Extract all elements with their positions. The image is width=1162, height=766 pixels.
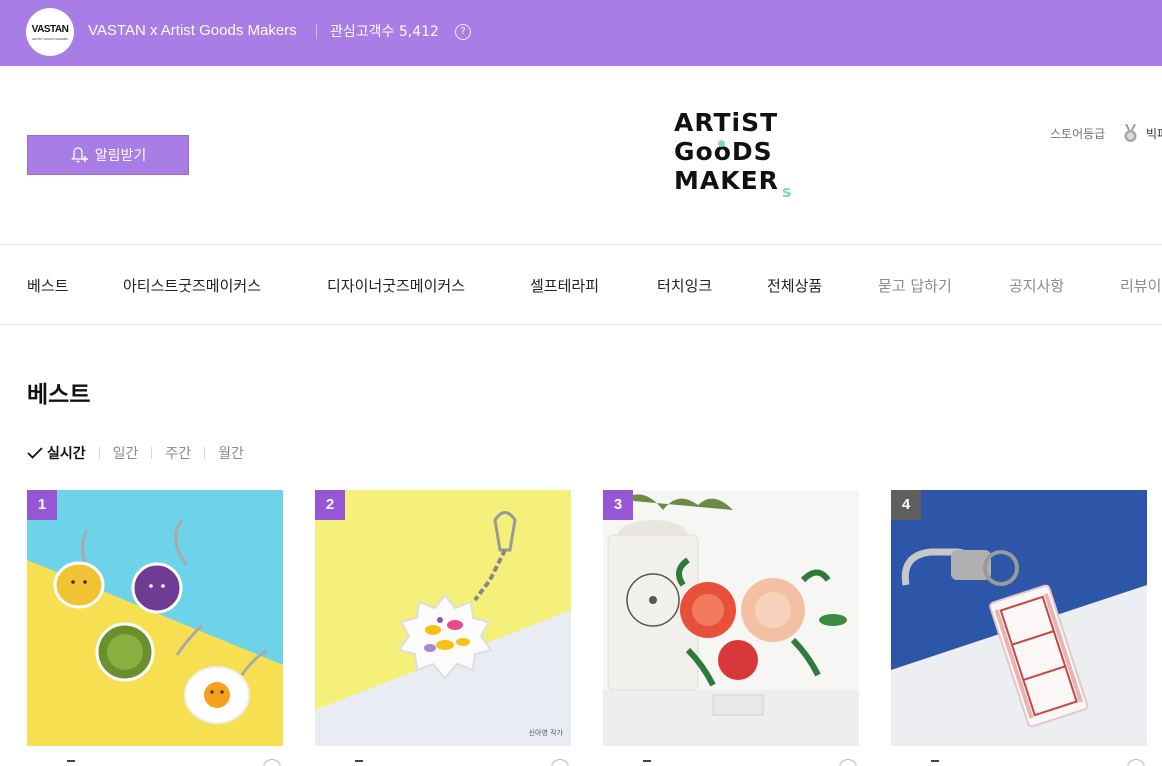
divider [316, 24, 317, 39]
heart-icon[interactable] [839, 759, 857, 766]
product-image [315, 490, 571, 746]
product-info-cutoff [891, 757, 1147, 766]
nav-qna[interactable]: 묻고 답하기 [878, 275, 952, 296]
brand-logo-suffix: s [782, 182, 792, 201]
filter-weekly[interactable]: 주간 [165, 443, 191, 463]
rank-badge: 2 [315, 490, 345, 520]
store-logo[interactable]: VASTAN ARTIST GOODS MAKERS [26, 8, 74, 56]
nav-designer-goods-makers[interactable]: 디자이너굿즈메이커스 [327, 275, 465, 296]
filter-realtime[interactable]: 실시간 [27, 443, 86, 463]
nav-best[interactable]: 베스트 [27, 275, 68, 296]
heart-icon[interactable] [1127, 759, 1145, 766]
section-title: 베스트 [27, 382, 91, 408]
heart-icon[interactable] [263, 759, 281, 766]
divider [98, 447, 100, 459]
grade-medal-icon [1124, 124, 1137, 142]
heart-icon[interactable] [551, 759, 569, 766]
store-logo-text: VASTAN [31, 23, 69, 35]
product-card[interactable]: 2 신아영 작가 [315, 490, 571, 746]
product-card[interactable]: 3 [603, 490, 859, 746]
divider [151, 447, 153, 459]
product-image [891, 490, 1147, 746]
nav-notice[interactable]: 공지사항 [1009, 275, 1064, 296]
help-icon[interactable]: ? [455, 24, 471, 40]
store-grade-label: 스토어등급 [1050, 127, 1106, 141]
notify-button[interactable]: 알림받기 [27, 135, 189, 175]
nav-self-therapy[interactable]: 셀프테라피 [530, 275, 599, 296]
product-image [603, 490, 859, 746]
product-info-cutoff [315, 757, 571, 766]
brand-logo-line-2: GooDS [674, 137, 773, 166]
brand-logo[interactable]: ARTiST GooDS MAKER s [674, 108, 804, 208]
divider [204, 447, 206, 459]
notify-button-label: 알림받기 [94, 148, 147, 164]
product-card[interactable]: 1 [27, 490, 283, 746]
nav-touch-ink[interactable]: 터치잉크 [657, 275, 712, 296]
store-top-bar: VASTAN ARTIST GOODS MAKERS VASTAN x Arti… [0, 0, 1162, 66]
rank-badge: 4 [891, 490, 921, 520]
store-grade-name: 빅파워 [1146, 127, 1162, 141]
period-filter: 실시간 일간 주간 월간 [27, 444, 244, 462]
store-logo-subtext: ARTIST GOODS MAKERS [31, 36, 69, 41]
store-name[interactable]: VASTAN x Artist Goods Makers [88, 22, 297, 39]
nav-all-products[interactable]: 전체상품 [767, 275, 822, 296]
filter-daily[interactable]: 일간 [113, 443, 139, 463]
filter-monthly[interactable]: 월간 [218, 443, 244, 463]
category-nav: 베스트 아티스트굿즈메이커스 디자이너굿즈메이커스 셀프테라피 터치잉크 전체상… [0, 244, 1162, 325]
brand-logo-dot [718, 140, 725, 147]
rank-badge: 3 [603, 490, 633, 520]
bell-plus-icon [70, 147, 88, 163]
product-info-cutoff [27, 757, 283, 766]
nav-review-event[interactable]: 리뷰이벤트 [1120, 275, 1162, 296]
nav-artist-goods-makers[interactable]: 아티스트굿즈메이커스 [123, 275, 261, 296]
product-info-cutoff [603, 757, 859, 766]
product-image [27, 490, 283, 746]
rank-badge: 1 [27, 490, 57, 520]
product-card[interactable]: 4 [891, 490, 1147, 746]
author-tag: 신아영 작가 [528, 729, 563, 737]
brand-logo-line-1: ARTiST [674, 108, 779, 137]
filter-label: 실시간 [47, 446, 86, 462]
followers-count: 관심고객수 5,412 [330, 24, 439, 40]
check-icon [27, 447, 43, 459]
